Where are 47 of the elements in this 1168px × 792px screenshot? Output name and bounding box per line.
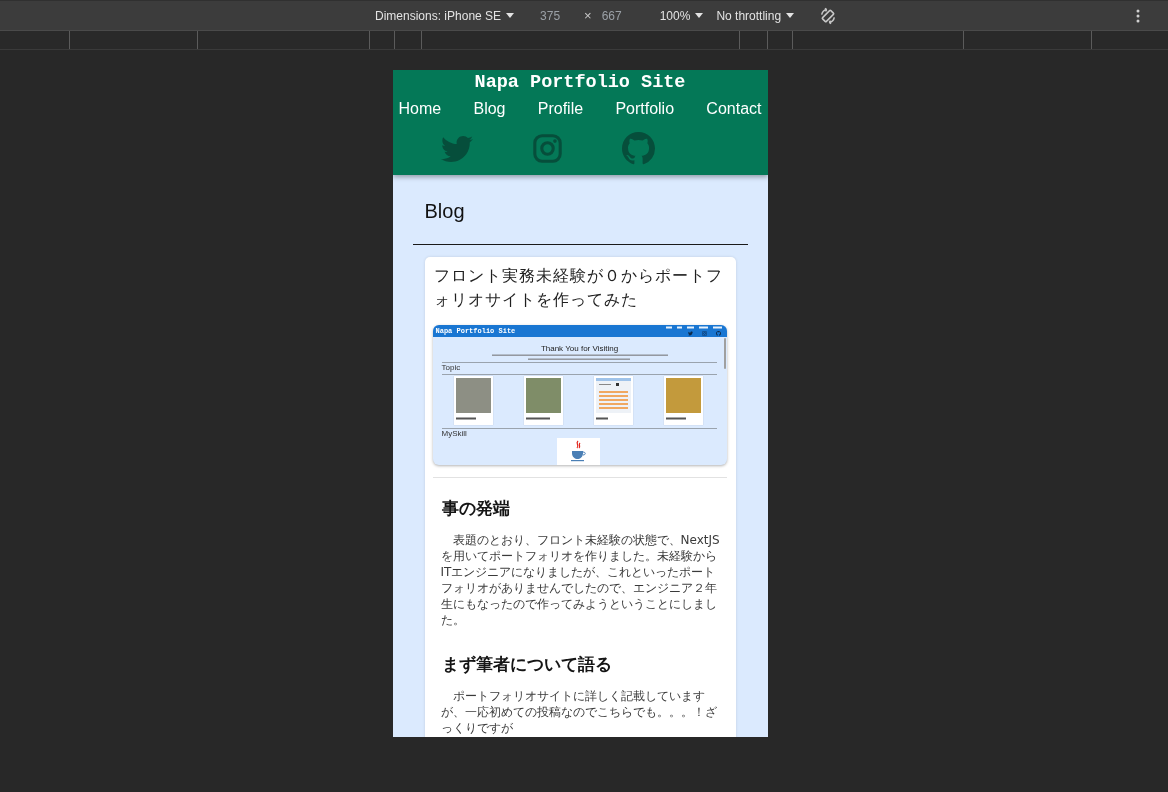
rotate-icon[interactable] bbox=[819, 6, 838, 25]
nav-link[interactable]: Home bbox=[398, 98, 442, 120]
caption-lines-drawing bbox=[595, 417, 610, 420]
caption-lines-drawing bbox=[665, 417, 688, 420]
topic-tile[interactable] bbox=[663, 376, 703, 425]
caret-icon bbox=[695, 13, 704, 18]
paragraph: 表題のとおり、フロント未経験の状態で、NextJSを用いてポートフォリオを作りました。未経験からITエンジニアになりましたが、これといったポートフォリオがありませんでしたので、エンジニア２年生にもなったので作ってみようということにしました。 bbox=[440, 532, 721, 628]
height-input[interactable]: 667 bbox=[591, 5, 632, 26]
section-heading: まず筆者について語る bbox=[441, 653, 612, 676]
site-title: Napa Portfolio Site bbox=[474, 71, 686, 95]
width-input[interactable]: 375 bbox=[530, 5, 571, 26]
throttling-dropdown[interactable]: No throttling bbox=[716, 5, 795, 26]
page-title: Blog bbox=[424, 199, 465, 223]
more-icon[interactable] bbox=[1136, 8, 1140, 23]
portfolio-screenshot-drawing bbox=[595, 378, 631, 413]
welcome-heading: Thank You for Visiting bbox=[540, 344, 619, 353]
section-heading: 事の発端 bbox=[441, 497, 510, 520]
topic-tile[interactable] bbox=[453, 376, 493, 425]
nav-link[interactable]: Contact bbox=[706, 98, 762, 120]
nav-link[interactable]: Profile bbox=[537, 98, 584, 120]
topic-tile[interactable] bbox=[593, 376, 633, 425]
camera-icon bbox=[701, 331, 707, 336]
bird-icon[interactable] bbox=[440, 135, 473, 162]
github-icon bbox=[715, 331, 721, 336]
caret-icon bbox=[506, 13, 515, 18]
section-heading: MySkill bbox=[441, 429, 467, 438]
nav-link[interactable]: Portfolio bbox=[615, 98, 675, 120]
paragraph: ポートフォリオサイトに詳しく記載していますが、一応初めての投稿なのでこちらでも。。。！ざっくりですが bbox=[440, 688, 718, 736]
nav-link[interactable]: Blog bbox=[473, 98, 506, 120]
dimension-separator: × bbox=[584, 8, 592, 23]
scrollbar-drawing bbox=[723, 338, 726, 369]
post-title: フロント実務未経験が０からポートフォリオサイトを作ってみた bbox=[432, 265, 724, 311]
caption-lines-drawing bbox=[525, 417, 552, 420]
github-icon[interactable] bbox=[621, 132, 655, 165]
caption-lines-drawing bbox=[455, 417, 478, 420]
zoom-dropdown[interactable]: 100% bbox=[659, 5, 704, 26]
coffee-cup-icon bbox=[570, 440, 586, 462]
bird-icon bbox=[687, 331, 693, 336]
photo-placeholder bbox=[455, 378, 491, 413]
camera-icon[interactable] bbox=[532, 134, 562, 163]
nav-text-lines-drawing bbox=[665, 326, 722, 329]
caret-icon bbox=[786, 13, 795, 18]
device-dropdown[interactable]: Dimensions: iPhone SE bbox=[375, 5, 515, 26]
photo-placeholder bbox=[665, 378, 701, 413]
topic-tile[interactable] bbox=[523, 376, 563, 425]
photo-placeholder bbox=[525, 378, 561, 413]
section-heading: Topic bbox=[441, 363, 461, 372]
